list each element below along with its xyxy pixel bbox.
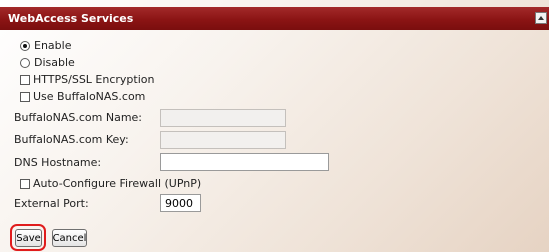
- webaccess-panel: WebAccess Services Enable Disable HTTPS/…: [0, 0, 549, 252]
- panel-title-bar: WebAccess Services: [0, 7, 549, 30]
- buffalonas-key-field[interactable]: [160, 131, 286, 149]
- enable-label: Enable: [34, 39, 72, 52]
- disable-radio-row[interactable]: Disable: [20, 56, 75, 69]
- https-checkbox-row[interactable]: HTTPS/SSL Encryption: [20, 73, 154, 86]
- firewall-checkbox-row[interactable]: Auto-Configure Firewall (UPnP): [20, 177, 201, 190]
- firewall-label: Auto-Configure Firewall (UPnP): [33, 177, 202, 190]
- dns-hostname-field[interactable]: [160, 153, 329, 171]
- dns-hostname-label: DNS Hostname:: [14, 156, 102, 169]
- save-button[interactable]: Save: [15, 229, 42, 247]
- https-label: HTTPS/SSL Encryption: [33, 73, 155, 86]
- enable-radio[interactable]: [20, 40, 30, 51]
- panel-content: Enable Disable HTTPS/SSL Encryption Use …: [0, 30, 549, 252]
- collapse-arrow-icon[interactable]: [535, 12, 547, 24]
- disable-label: Disable: [34, 56, 75, 69]
- buffalonas-key-label: BuffaloNAS.com Key:: [14, 133, 129, 146]
- panel-title: WebAccess Services: [8, 12, 134, 25]
- buffalonas-checkbox[interactable]: [20, 91, 30, 102]
- disable-radio[interactable]: [20, 57, 30, 68]
- https-checkbox[interactable]: [20, 74, 30, 85]
- enable-radio-row[interactable]: Enable: [20, 39, 71, 52]
- external-port-field[interactable]: [160, 194, 201, 212]
- cancel-button[interactable]: Cancel: [52, 229, 87, 247]
- buffalonas-label: Use BuffaloNAS.com: [33, 90, 146, 103]
- buffalonas-checkbox-row[interactable]: Use BuffaloNAS.com: [20, 90, 145, 103]
- buffalonas-name-field[interactable]: [160, 109, 286, 127]
- firewall-checkbox[interactable]: [20, 178, 30, 189]
- buffalonas-name-label: BuffaloNAS.com Name:: [14, 111, 143, 124]
- external-port-label: External Port:: [14, 197, 89, 210]
